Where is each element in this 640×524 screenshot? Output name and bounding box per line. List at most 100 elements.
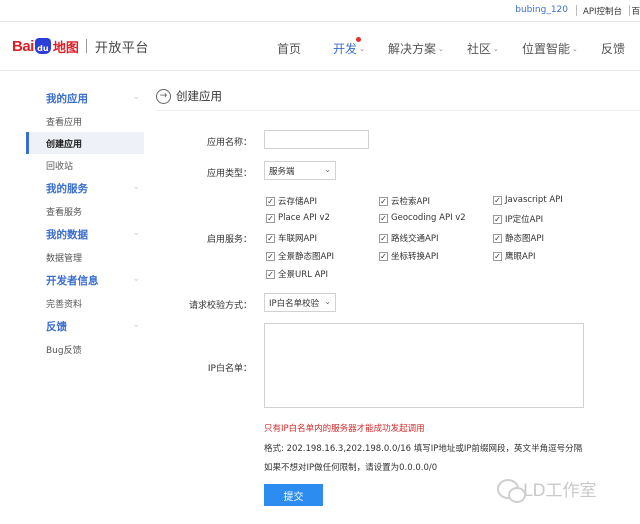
sidebar-item-recycle-bin[interactable]: 回收站 bbox=[26, 154, 144, 176]
left-sidebar: 我的应用 ⌄ 查看应用 创建应用 回收站 我的服务 ⌄ 查看服务 我的数据 ⌄ … bbox=[26, 86, 144, 360]
submit-button[interactable]: 提交 bbox=[264, 484, 323, 506]
checkmark-icon: ✓ bbox=[493, 195, 502, 205]
verify-method-label: 请求校验方式： bbox=[188, 301, 252, 311]
service-checkbox-ip-location[interactable]: ✓ IP定位API bbox=[493, 213, 543, 225]
service-label: 坐标转换API bbox=[391, 252, 439, 262]
ip-whitelist-label: IP白名单： bbox=[207, 364, 252, 374]
checkmark-icon: ✓ bbox=[379, 196, 388, 206]
sidebar-item-complete-profile[interactable]: 完善资料 bbox=[26, 292, 144, 314]
app-type-select[interactable]: 服务端 ⌄ bbox=[264, 161, 336, 180]
app-name-label: 应用名称： bbox=[206, 138, 252, 148]
service-checkbox-route-traffic[interactable]: ✓ 路线交通API bbox=[379, 232, 438, 244]
panel-divider bbox=[156, 110, 640, 111]
nav-label: 首页 bbox=[277, 42, 302, 56]
nav-home[interactable]: 首页 bbox=[277, 40, 301, 57]
nav-label: 社区 bbox=[467, 42, 492, 56]
service-checkbox-coordinate-convert[interactable]: ✓ 坐标转换API bbox=[379, 250, 438, 262]
checkmark-icon: ✓ bbox=[266, 233, 275, 243]
notification-dot-icon bbox=[355, 37, 361, 42]
nav-label: 位置智能 bbox=[522, 42, 571, 56]
nav-community[interactable]: 社区 ⌄ bbox=[467, 40, 499, 57]
service-checkbox-javascript[interactable]: ✓ Javascript API bbox=[493, 195, 563, 205]
chevron-down-icon: ⌄ bbox=[493, 44, 499, 53]
app-type-value: 服务端 bbox=[269, 166, 295, 177]
app-type-label: 应用类型： bbox=[206, 169, 252, 179]
checkmark-icon: ✓ bbox=[266, 196, 275, 206]
service-checkbox-panorama-static[interactable]: ✓ 全景静态图API bbox=[266, 250, 334, 262]
api-console-link[interactable]: API控制台 bbox=[583, 5, 622, 17]
nav-label: 解决方案 bbox=[388, 42, 437, 56]
sidebar-group-my-services[interactable]: 我的服务 ⌄ bbox=[26, 176, 144, 200]
service-label: 车联网API bbox=[278, 234, 317, 244]
logo-divider bbox=[85, 39, 87, 53]
logo-platform: 开放平台 bbox=[94, 40, 149, 56]
ip-whitelist-textarea[interactable] bbox=[264, 323, 584, 408]
checkmark-icon: ✓ bbox=[493, 233, 502, 243]
sidebar-group-my-data[interactable]: 我的数据 ⌄ bbox=[26, 222, 144, 246]
checkmark-icon: ✓ bbox=[493, 214, 502, 224]
service-checkbox-static-map[interactable]: ✓ 静态图API bbox=[493, 232, 544, 244]
checkmark-icon: ✓ bbox=[266, 269, 275, 279]
verify-method-value: IP白名单校验 bbox=[269, 298, 320, 309]
chevron-down-icon: ⌄ bbox=[572, 44, 578, 53]
watermark-text: LD工作室 bbox=[523, 481, 597, 501]
sidebar-group-title: 我的应用 bbox=[46, 92, 88, 105]
checkmark-icon: ✓ bbox=[266, 213, 275, 223]
top-utility-bar: bubing_120 API控制台 百 bbox=[0, 0, 640, 22]
service-checkbox-geocoding[interactable]: ✓ Geocoding API v2 bbox=[379, 213, 466, 223]
nav-develop[interactable]: 开发 ⌄ bbox=[333, 37, 365, 57]
sidebar-group-title: 我的服务 bbox=[46, 182, 88, 195]
service-checkbox-place[interactable]: ✓ Place API v2 bbox=[266, 213, 330, 223]
sidebar-group-my-apps[interactable]: 我的应用 ⌄ bbox=[26, 86, 144, 110]
checkmark-icon: ✓ bbox=[493, 251, 502, 261]
sidebar-group-developer-info[interactable]: 开发者信息 ⌄ bbox=[26, 268, 144, 292]
nav-location-intelligence[interactable]: 位置智能 ⌄ bbox=[522, 40, 578, 57]
sidebar-group-feedback[interactable]: 反馈 ⌄ bbox=[26, 314, 144, 338]
baidu-map-logo[interactable]: Bai du 地图 开放平台 bbox=[12, 37, 149, 56]
service-checkbox-cloud-search[interactable]: ✓ 云检索API bbox=[379, 195, 430, 207]
service-label: 全景URL API bbox=[278, 270, 329, 280]
paw-icon: du bbox=[34, 38, 51, 54]
services-label: 启用服务： bbox=[206, 235, 252, 245]
chevron-down-icon: ⌄ bbox=[132, 92, 140, 102]
chevron-down-icon: ⌄ bbox=[324, 165, 331, 174]
arrow-right-circle-icon: → bbox=[156, 88, 171, 104]
username-link[interactable]: bubing_120 bbox=[515, 5, 568, 15]
sidebar-group-title: 反馈 bbox=[46, 320, 67, 333]
service-checkbox-cloud-storage[interactable]: ✓ 云存储API bbox=[266, 195, 317, 207]
sidebar-item-label: 查看服务 bbox=[46, 207, 83, 218]
nav-label: 开发 bbox=[333, 42, 358, 56]
sidebar-item-bug-feedback[interactable]: Bug反馈 bbox=[26, 338, 144, 360]
sidebar-item-data-management[interactable]: 数据管理 bbox=[26, 246, 144, 268]
sidebar-item-view-apps[interactable]: 查看应用 bbox=[26, 110, 144, 132]
truncated-link[interactable]: 百 bbox=[631, 5, 640, 17]
logo-bai: Bai bbox=[12, 37, 34, 55]
sidebar-item-label: Bug反馈 bbox=[46, 345, 82, 356]
checkmark-icon: ✓ bbox=[379, 233, 388, 243]
sidebar-item-create-app[interactable]: 创建应用 bbox=[26, 132, 144, 154]
sidebar-group-title: 我的数据 bbox=[46, 228, 88, 241]
service-checkbox-car-network[interactable]: ✓ 车联网API bbox=[266, 232, 317, 244]
service-label: Javascript API bbox=[505, 195, 563, 205]
service-checkbox-panorama-url[interactable]: ✓ 全景URL API bbox=[266, 268, 328, 280]
chevron-down-icon: ⌄ bbox=[438, 44, 444, 53]
nav-feedback[interactable]: 反馈 bbox=[601, 40, 625, 57]
checkmark-icon: ✓ bbox=[379, 251, 388, 261]
app-name-input[interactable] bbox=[264, 130, 369, 149]
divider bbox=[576, 5, 577, 16]
service-label: 鹰眼API bbox=[505, 252, 536, 262]
service-checkbox-eagle-eye[interactable]: ✓ 鹰眼API bbox=[493, 250, 535, 262]
sidebar-group-title: 开发者信息 bbox=[46, 274, 99, 287]
sidebar-item-label: 创建应用 bbox=[46, 139, 83, 150]
watermark: LD工作室 bbox=[497, 476, 597, 503]
nav-solutions[interactable]: 解决方案 ⌄ bbox=[388, 40, 444, 57]
checkmark-icon: ✓ bbox=[266, 251, 275, 261]
verify-method-select[interactable]: IP白名单校验 ⌄ bbox=[264, 293, 336, 312]
chevron-down-icon: ⌄ bbox=[132, 182, 140, 192]
logo-map: 地图 bbox=[52, 40, 79, 56]
sidebar-item-label: 数据管理 bbox=[46, 253, 83, 264]
site-header: Bai du 地图 开放平台 首页 开发 ⌄ 解决方案 ⌄ 社区 ⌄ 位置智能 … bbox=[0, 23, 640, 71]
chevron-down-icon: ⌄ bbox=[359, 44, 365, 53]
sidebar-item-view-services[interactable]: 查看服务 bbox=[26, 200, 144, 222]
chevron-down-icon: ⌄ bbox=[324, 297, 331, 306]
